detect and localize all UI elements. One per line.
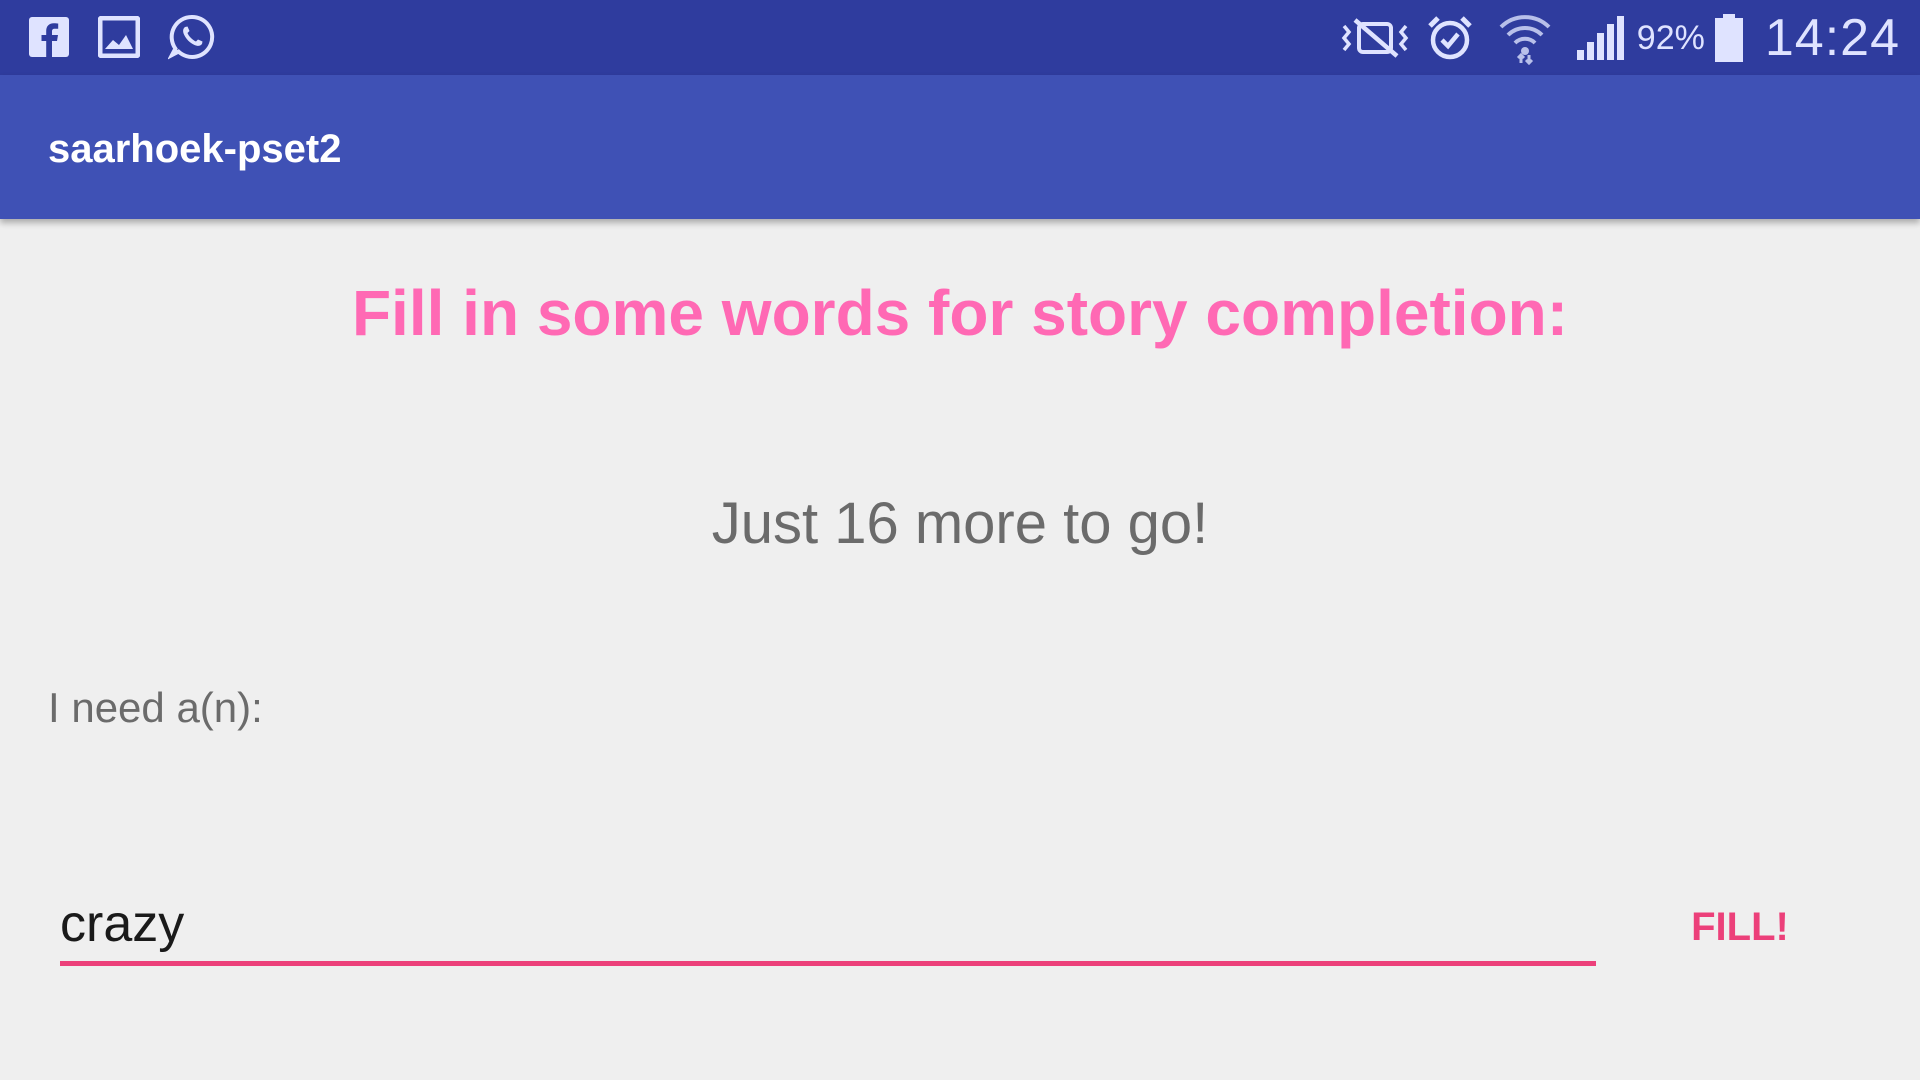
fill-button[interactable]: FILL! (1660, 895, 1820, 959)
page-heading: Fill in some words for story completion: (351, 277, 1569, 349)
wifi-icon (1497, 11, 1553, 65)
gallery-icon (98, 16, 140, 58)
word-input[interactable] (60, 886, 1596, 966)
app-bar: saarhoek-pset2 (0, 75, 1920, 219)
system-icons: 92% 14:24 (1339, 8, 1900, 68)
status-bar: 92% 14:24 (0, 0, 1920, 75)
battery-icon (1713, 13, 1745, 63)
signal-icon (1575, 14, 1625, 62)
notification-icons (28, 12, 216, 62)
alarm-icon (1425, 13, 1475, 63)
remaining-count-text: Just 16 more to go! (711, 491, 1209, 556)
app-title: saarhoek-pset2 (48, 127, 342, 171)
word-type-prompt: I need a(n): (48, 684, 263, 731)
facebook-icon (28, 16, 70, 58)
vibrate-mute-icon (1339, 14, 1411, 62)
whatsapp-icon (168, 13, 216, 61)
status-clock: 14:24 (1764, 9, 1900, 67)
battery-percent: 92% (1636, 18, 1705, 57)
